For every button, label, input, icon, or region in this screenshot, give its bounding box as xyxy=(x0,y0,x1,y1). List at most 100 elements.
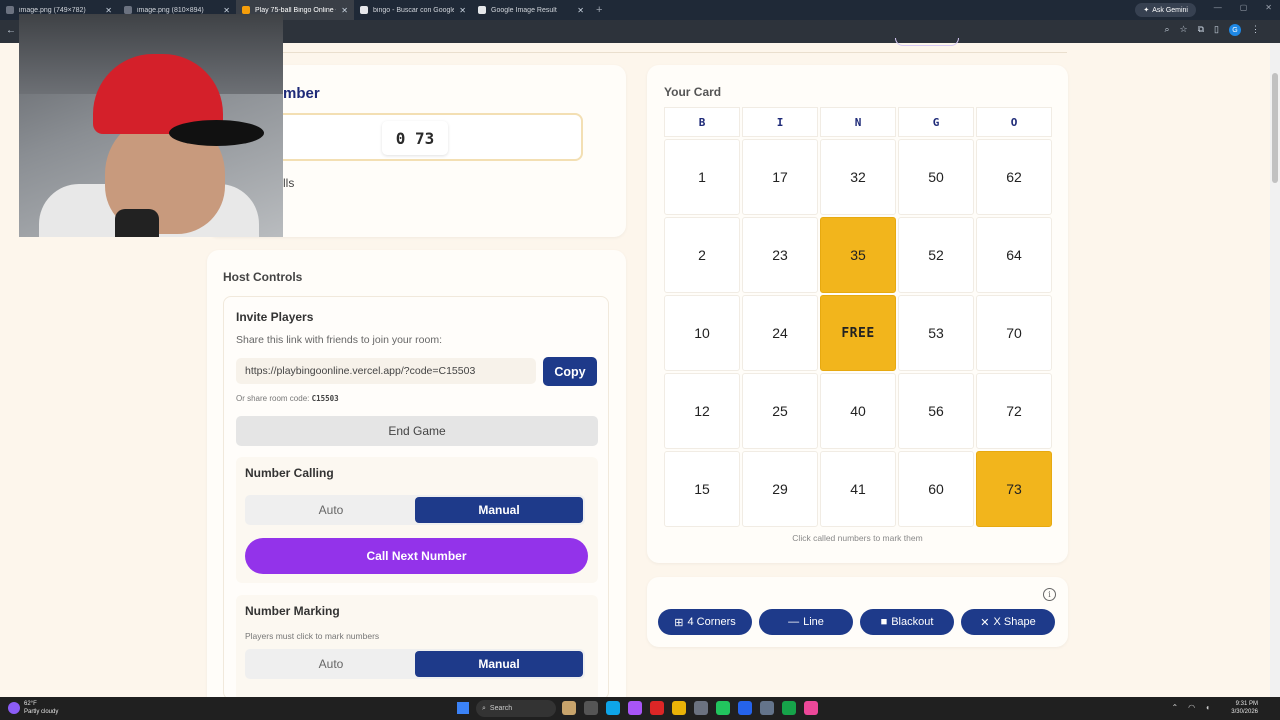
free-space-cell[interactable]: FREE xyxy=(820,295,896,371)
header-divider xyxy=(205,52,1067,53)
bingo-grid: B I N G O 1 17 32 50 62 2 23 35 52 64 10 24 FREE 53 70 12 25 4… xyxy=(664,107,1052,529)
pattern-line-button[interactable]: — Line xyxy=(759,609,853,635)
edge-icon[interactable] xyxy=(606,701,620,715)
bingo-cell[interactable]: 72 xyxy=(976,373,1052,449)
bingo-cell[interactable]: 56 xyxy=(898,373,974,449)
bingo-cell[interactable]: 64 xyxy=(976,217,1052,293)
calling-auto-option[interactable]: Auto xyxy=(247,497,415,523)
tab-title: bingo - Buscar con Google xyxy=(373,6,455,14)
bingo-cell[interactable]: 24 xyxy=(742,295,818,371)
calling-manual-option[interactable]: Manual xyxy=(415,497,583,523)
tab-favicon-icon xyxy=(124,6,132,14)
number-calling-panel: Number Calling Auto Manual Call Next Num… xyxy=(236,457,598,583)
bingo-cell[interactable]: 23 xyxy=(742,217,818,293)
bingo-cell[interactable]: 17 xyxy=(742,139,818,215)
back-icon[interactable]: ← xyxy=(6,25,16,36)
bingo-cell[interactable]: 32 xyxy=(820,139,896,215)
close-tab-icon[interactable]: ✕ xyxy=(459,6,466,15)
bookmark-star-icon[interactable]: ☆ xyxy=(1180,24,1188,36)
minimize-icon[interactable]: — xyxy=(1214,3,1222,12)
column-header: N xyxy=(820,107,896,137)
bingo-cell[interactable]: 12 xyxy=(664,373,740,449)
ask-gemini-button[interactable]: ✦ Ask Gemini xyxy=(1135,3,1196,17)
marking-auto-option[interactable]: Auto xyxy=(247,651,415,677)
invite-panel: Invite Players Share this link with frie… xyxy=(223,296,609,701)
bingo-cell[interactable]: 50 xyxy=(898,139,974,215)
clock-date: 3/30/2026 xyxy=(1231,709,1258,715)
tab-favicon-icon xyxy=(360,6,368,14)
task-view-icon[interactable] xyxy=(584,701,598,715)
app-icon[interactable] xyxy=(650,701,664,715)
bingo-cell[interactable]: 25 xyxy=(742,373,818,449)
volume-icon[interactable]: ◖ xyxy=(1205,703,1210,712)
vscode-icon[interactable] xyxy=(738,701,752,715)
app-icon[interactable] xyxy=(804,701,818,715)
bingo-cell[interactable]: 60 xyxy=(898,451,974,527)
bingo-cell[interactable]: 35 xyxy=(820,217,896,293)
maximize-icon[interactable]: ▢ xyxy=(1240,3,1248,12)
info-icon[interactable]: i xyxy=(1043,588,1056,601)
menu-icon[interactable]: ⋮ xyxy=(1251,24,1260,36)
bingo-cell[interactable]: 73 xyxy=(976,451,1052,527)
taskbar-clock[interactable]: 9:31 PM 3/30/2026 xyxy=(1231,700,1258,716)
bingo-cell[interactable]: 10 xyxy=(664,295,740,371)
chrome-icon[interactable] xyxy=(716,701,730,715)
sidebar-icon[interactable]: ▯ xyxy=(1214,24,1219,36)
call-next-number-button[interactable]: Call Next Number xyxy=(245,538,588,574)
pattern-label: Line xyxy=(803,616,824,628)
bingo-cell[interactable]: 15 xyxy=(664,451,740,527)
square-icon: ■ xyxy=(880,616,888,628)
close-tab-icon[interactable]: ✕ xyxy=(577,6,584,15)
clock-time: 9:31 PM xyxy=(1235,701,1258,707)
page-scrollbar[interactable] xyxy=(1270,43,1280,697)
weather-widget[interactable]: 62°F Partly cloudy xyxy=(8,700,58,716)
close-window-icon[interactable]: ✕ xyxy=(1265,3,1272,12)
pattern-4-corners-button[interactable]: ⊞ 4 Corners xyxy=(658,609,752,635)
store-icon[interactable] xyxy=(694,701,708,715)
column-header: O xyxy=(976,107,1052,137)
windows-start-icon[interactable] xyxy=(457,702,469,714)
bingo-cell[interactable]: 70 xyxy=(976,295,1052,371)
invite-description: Share this link with friends to join you… xyxy=(236,334,443,346)
bingo-cell[interactable]: 62 xyxy=(976,139,1052,215)
end-game-button[interactable]: End Game xyxy=(236,416,598,446)
taskbar-search[interactable]: ⌕ Search xyxy=(476,700,556,717)
your-card-label: Your Card xyxy=(664,85,722,99)
new-tab-icon[interactable]: + xyxy=(596,4,602,16)
host-controls-card: Host Controls Invite Players Share this … xyxy=(207,250,626,701)
bingo-cell[interactable]: 29 xyxy=(742,451,818,527)
bingo-cell[interactable]: 52 xyxy=(898,217,974,293)
zoom-icon[interactable]: ⌕ xyxy=(1164,24,1169,36)
bingo-cell[interactable]: 40 xyxy=(820,373,896,449)
search-icon: ⌕ xyxy=(482,704,486,712)
close-tab-icon[interactable]: ✕ xyxy=(341,6,348,15)
pattern-x-shape-button[interactable]: ✕ X Shape xyxy=(961,609,1055,635)
browser-tab[interactable]: bingo - Buscar con Google ✕ xyxy=(354,0,472,20)
current-number-display: 0 73 xyxy=(382,121,448,155)
app-icon[interactable] xyxy=(562,701,576,715)
copy-link-button[interactable]: Copy xyxy=(543,357,597,386)
bingo-cell[interactable]: 41 xyxy=(820,451,896,527)
extension-icon[interactable]: ⧉ xyxy=(1198,24,1204,36)
browser-tab[interactable]: Google Image Result ✕ xyxy=(472,0,590,20)
bingo-cell[interactable]: 1 xyxy=(664,139,740,215)
pattern-blackout-button[interactable]: ■ Blackout xyxy=(860,609,954,635)
invite-link-field[interactable]: https://playbingoonline.vercel.app/?code… xyxy=(236,358,536,384)
bingo-cell[interactable]: 2 xyxy=(664,217,740,293)
chrome-icon[interactable] xyxy=(782,701,796,715)
app-icon[interactable] xyxy=(760,701,774,715)
bingo-cell[interactable]: 53 xyxy=(898,295,974,371)
profile-avatar[interactable]: G xyxy=(1229,24,1241,36)
chevron-up-icon[interactable]: ⌃ xyxy=(1171,703,1178,712)
card-hint: Click called numbers to mark them xyxy=(792,533,923,543)
corners-icon: ⊞ xyxy=(674,616,684,629)
file-explorer-icon[interactable] xyxy=(672,701,686,715)
app-icon[interactable] xyxy=(628,701,642,715)
taskbar-search-label: Search xyxy=(489,705,513,712)
column-header: G xyxy=(898,107,974,137)
tab-title: image.png (810×894) xyxy=(137,6,204,14)
wifi-icon[interactable]: ◠ xyxy=(1188,703,1195,712)
marking-manual-option[interactable]: Manual xyxy=(415,651,583,677)
number-calling-toggle: Auto Manual xyxy=(245,495,585,525)
scrollbar-thumb[interactable] xyxy=(1272,73,1278,183)
